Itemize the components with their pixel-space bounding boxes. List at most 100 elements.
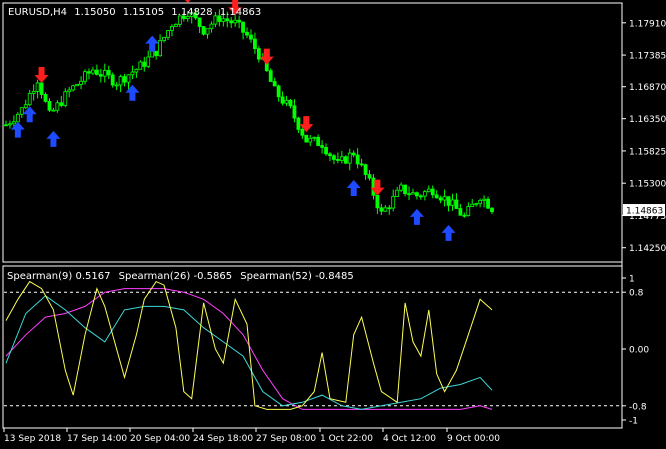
candle-body (387, 207, 392, 210)
candle-body (418, 195, 423, 198)
symbol-timeframe: EURUSD,H4 (8, 7, 67, 18)
candle-body (379, 207, 384, 212)
candle-body (454, 199, 459, 209)
candle-body (470, 203, 475, 208)
candle-body (367, 174, 372, 179)
candle-body (241, 21, 245, 33)
candle-body (51, 109, 56, 112)
candle-body (320, 145, 324, 148)
candle-body (15, 113, 20, 123)
candle-body (35, 82, 40, 92)
candle-body (55, 102, 60, 111)
candle-body (110, 74, 115, 86)
candle-body (19, 107, 24, 115)
candle-body (391, 195, 396, 209)
mt4-chart-window[interactable]: EURUSD,H4 1.15050 1.15105 1.14828 1.1486… (0, 0, 666, 449)
candle-body (355, 154, 360, 165)
candle-body (300, 129, 305, 136)
candle-body (280, 96, 285, 104)
candle-body (221, 18, 226, 22)
candle-body (415, 192, 419, 197)
ohlc-close: 1.14863 (220, 7, 261, 18)
candle-body (336, 159, 340, 161)
candle-body (253, 38, 257, 50)
indicator-tick-label: -0.8 (629, 402, 647, 412)
candle-body (478, 199, 483, 205)
time-tick-label: 13 Sep 2018 (4, 434, 61, 444)
candle-body (292, 105, 297, 119)
candle-body (63, 91, 68, 106)
candle-body (130, 71, 135, 76)
symbol-header: EURUSD,H4 1.15050 1.15105 1.14828 1.1486… (8, 7, 261, 18)
candle-body (332, 155, 336, 160)
candle-body (233, 19, 238, 24)
candle-body (71, 85, 76, 91)
candle-body (430, 188, 435, 196)
candle-body (324, 146, 328, 155)
candle-body (288, 99, 293, 107)
candle-body (170, 26, 174, 31)
candle-body (486, 198, 490, 209)
candle-body (67, 89, 72, 93)
candle-body (4, 124, 8, 127)
candle-body (134, 68, 139, 73)
candle-body (102, 70, 107, 77)
time-tick-label: 27 Sep 08:00 (256, 434, 316, 444)
candle-body (276, 85, 281, 98)
candle-body (245, 31, 249, 36)
candle-body (395, 189, 400, 197)
candle-body (27, 93, 32, 106)
indicator-tick-label: 0.8 (629, 289, 644, 299)
price-tick-label: 1.16870 (629, 83, 666, 93)
candle-body (359, 163, 364, 166)
candle-body (225, 18, 230, 22)
candle-body (296, 117, 301, 130)
candle-body (347, 152, 352, 164)
ohlc-high: 1.15105 (123, 7, 164, 18)
indicator-tick-label: -1 (629, 417, 638, 427)
time-tick-label: 20 Sep 04:00 (130, 434, 190, 444)
candle-body (114, 84, 119, 87)
candle-body (490, 207, 494, 213)
candle-body (383, 207, 388, 212)
time-tick-label: 4 Oct 12:00 (383, 434, 436, 444)
candle-body (308, 137, 313, 143)
candle-body (438, 197, 443, 201)
candle-body (91, 69, 95, 74)
current-price-label: 1.14863 (626, 207, 663, 217)
price-tick-label: 1.14250 (629, 244, 666, 254)
candle-body (407, 193, 411, 196)
candle-body (201, 26, 206, 35)
candle-body (83, 71, 87, 82)
candle-body (166, 30, 170, 38)
ohlc-open: 1.15050 (74, 7, 115, 18)
spearman9-label: Spearman(9) 0.5167 (7, 271, 110, 282)
candle-body (142, 61, 147, 67)
candle-body (87, 71, 91, 74)
candle-body (59, 102, 64, 106)
candle-body (363, 164, 368, 175)
chart-background (0, 0, 666, 449)
candle-body (12, 121, 16, 125)
candle-body (304, 134, 309, 143)
candle-body (47, 101, 52, 111)
candle-body (249, 34, 253, 40)
spearman52-label: Spearman(52) -0.8485 (240, 271, 353, 282)
candle-body (79, 80, 83, 85)
candle-body (126, 74, 131, 83)
candle-body (39, 82, 44, 95)
candle-body (312, 136, 317, 139)
candle-body (316, 136, 321, 146)
indicator-tick-label: 0.00 (629, 346, 649, 356)
candle-body (482, 198, 486, 201)
candle-body (98, 74, 103, 77)
candle-body (442, 196, 447, 201)
candle-body (162, 36, 166, 41)
candle-body (458, 208, 463, 216)
indicator-label: Spearman(9) 0.5167 Spearman(26) -0.5865 … (7, 271, 354, 282)
spearman26-label: Spearman(26) -0.5865 (119, 271, 232, 282)
time-tick-label: 1 Oct 22:00 (320, 434, 373, 444)
candle-body (150, 50, 155, 58)
price-tick-label: 1.16350 (629, 115, 666, 125)
candle-body (446, 196, 451, 206)
